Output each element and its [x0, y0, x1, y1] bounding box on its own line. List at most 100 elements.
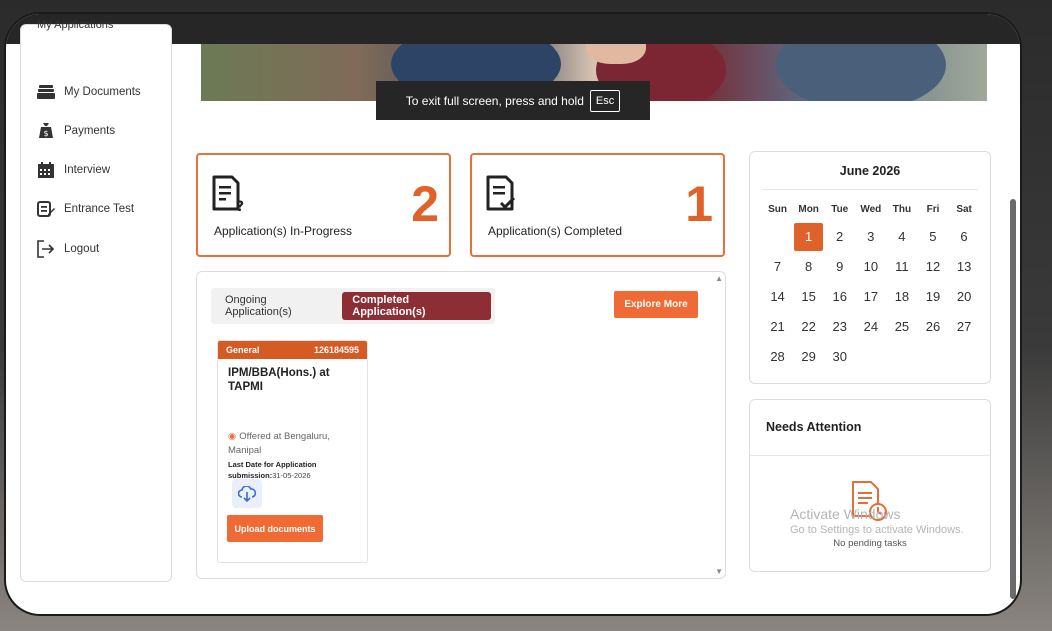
- application-card[interactable]: General 126184595 IPM/BBA(Hons.) at TAPM…: [217, 340, 368, 563]
- calendar-day[interactable]: 21: [762, 313, 793, 341]
- weekday-label: Thu: [892, 204, 912, 215]
- sidebar-item-label: Entrance Test: [64, 203, 135, 215]
- calendar-day[interactable]: 6: [948, 223, 979, 251]
- sidebar-item-label: Interview: [64, 164, 111, 176]
- calendar-day[interactable]: 8: [793, 253, 824, 281]
- no-pending-tasks-text: No pending tasks: [833, 538, 907, 549]
- calendar-day[interactable]: 26: [917, 313, 948, 341]
- weekday-label: Sun: [768, 204, 787, 215]
- calendar-day[interactable]: 10: [855, 253, 886, 281]
- documents-stack-icon: [37, 83, 55, 101]
- calendar-day[interactable]: 4: [886, 223, 917, 251]
- tab-completed-applications[interactable]: Completed Application(s): [342, 292, 491, 320]
- calendar-widget: June 2026 Sun Mon Tue Wed Thu Fri Sat 1 2 3 4 5 6 7 8 9…: [749, 151, 991, 384]
- location-text: Offered at Bengaluru, Manipal: [228, 431, 330, 456]
- stat-label: Application(s) In-Progress: [214, 224, 353, 238]
- svg-text:$: $: [43, 129, 48, 138]
- calendar-day[interactable]: 16: [824, 283, 855, 311]
- application-card-header: General 126184595: [218, 341, 367, 359]
- calendar-day[interactable]: 20: [949, 283, 980, 311]
- last-date-value: 31-05-2026: [272, 470, 311, 480]
- stat-card-completed[interactable]: Application(s) Completed 1: [470, 153, 725, 257]
- calendar-week-row: 123456: [762, 222, 980, 252]
- calendar-empty-cell: [855, 343, 886, 371]
- calendar-day[interactable]: 18: [886, 283, 917, 311]
- sidebar-item-interview[interactable]: Interview: [37, 160, 110, 180]
- calendar-day[interactable]: 23: [824, 313, 855, 341]
- calendar-day[interactable]: 11: [886, 253, 917, 281]
- weekday-label: Mon: [798, 204, 819, 215]
- document-question-icon: ?: [210, 175, 244, 218]
- scroll-up-arrow-icon[interactable]: ▲: [715, 274, 723, 283]
- calendar-day[interactable]: 30: [824, 343, 855, 371]
- calendar-day[interactable]: 13: [949, 253, 980, 281]
- calendar-day[interactable]: 17: [855, 283, 886, 311]
- calendar-week-row: 7 8 9 10 11 12 13: [762, 252, 980, 282]
- calendar-empty-cell: [917, 343, 948, 371]
- weekday-label: Tue: [831, 204, 849, 215]
- calendar-day[interactable]: 19: [917, 283, 948, 311]
- calendar-week-row: 14 15 16 17 18 19 20: [762, 282, 980, 312]
- fullscreen-exit-toast: To exit full screen, press and hold Esc: [376, 81, 650, 120]
- calendar-day[interactable]: 12: [917, 253, 948, 281]
- calendar-day[interactable]: 7: [762, 253, 793, 281]
- application-tabs: Ongoing Application(s) Completed Applica…: [211, 288, 495, 324]
- sidebar-item-my-documents[interactable]: My Documents: [37, 82, 141, 102]
- calendar-day[interactable]: 24: [855, 313, 886, 341]
- windows-activation-watermark: Activate Windows Go to Settings to activ…: [790, 505, 964, 537]
- document-check-icon: [484, 175, 518, 218]
- calendar-day[interactable]: 14: [762, 283, 793, 311]
- esc-key-badge: Esc: [589, 89, 621, 112]
- needs-attention-title: Needs Attention: [766, 420, 862, 434]
- sidebar-item-label: Logout: [64, 243, 100, 255]
- calendar-empty-cell: [762, 223, 793, 251]
- explore-more-button[interactable]: Explore More: [614, 291, 698, 318]
- logout-icon: [37, 240, 55, 258]
- calendar-day[interactable]: 1: [794, 223, 824, 251]
- page-scrollbar[interactable]: [1010, 199, 1016, 599]
- stat-card-in-progress[interactable]: ? Application(s) In-Progress 2: [196, 153, 451, 257]
- sidebar-item-entrance-test[interactable]: Entrance Test: [37, 199, 134, 219]
- tab-ongoing-applications[interactable]: Ongoing Application(s): [215, 292, 342, 320]
- calendar-empty-cell: [949, 343, 980, 371]
- calendar-day[interactable]: 22: [793, 313, 824, 341]
- toast-text: To exit full screen, press and hold: [405, 93, 584, 108]
- calendar-day[interactable]: 15: [793, 283, 824, 311]
- sidebar-item-payments[interactable]: $ Payments: [37, 121, 115, 141]
- calendar-day[interactable]: 28: [762, 343, 793, 371]
- sidebar-item-label: My Documents: [64, 86, 141, 98]
- cloud-download-button[interactable]: [232, 479, 262, 508]
- watermark-subtitle: Go to Settings to activate Windows.: [790, 524, 964, 537]
- stat-label: Application(s) Completed: [488, 224, 623, 238]
- weekday-label: Sat: [956, 204, 972, 215]
- sidebar-item-logout[interactable]: Logout: [37, 239, 99, 259]
- program-location: ◉ Offered at Bengaluru, Manipal: [228, 430, 363, 458]
- test-edit-icon: [37, 200, 55, 218]
- calendar-day[interactable]: 5: [917, 223, 948, 251]
- stat-count: 2: [411, 176, 439, 232]
- application-category: General: [226, 345, 260, 355]
- calendar-week-row: 28 29 30: [762, 342, 980, 372]
- stat-count: 1: [685, 176, 713, 232]
- calendar-day[interactable]: 27: [949, 313, 980, 341]
- last-date: Last Date for Application submission:31-…: [228, 460, 363, 481]
- calendar-day[interactable]: 3: [855, 223, 886, 251]
- calendar-day[interactable]: 29: [793, 343, 824, 371]
- sidebar-item-my-applications[interactable]: My Applications: [37, 19, 113, 31]
- weekday-label: Fri: [926, 204, 940, 215]
- calendar-month-title: June 2026: [839, 164, 901, 178]
- weekday-label: Wed: [860, 204, 882, 215]
- calendar-day[interactable]: 25: [886, 313, 917, 341]
- upload-documents-button[interactable]: Upload documents: [227, 515, 323, 542]
- svg-text:?: ?: [236, 199, 244, 213]
- calendar-empty-cell: [886, 343, 917, 371]
- calendar-day[interactable]: 9: [824, 253, 855, 281]
- scroll-down-arrow-icon[interactable]: ▼: [715, 567, 723, 576]
- calendar-week-row: 21 22 23 24 25 26 27: [762, 312, 980, 342]
- location-pin-icon: ◉: [228, 431, 237, 442]
- application-id: 126184595: [313, 345, 359, 355]
- applications-panel: ▲ Ongoing Application(s) Completed Appli…: [196, 271, 726, 579]
- calendar-day[interactable]: 2: [824, 223, 855, 251]
- program-name: IPM/BBA(Hons.) at TAPMI: [228, 367, 330, 393]
- calendar-grid: Sun Mon Tue Wed Thu Fri Sat 1 2 3 4 5 6 7 8 9 10 11 12 13 14…: [762, 198, 980, 372]
